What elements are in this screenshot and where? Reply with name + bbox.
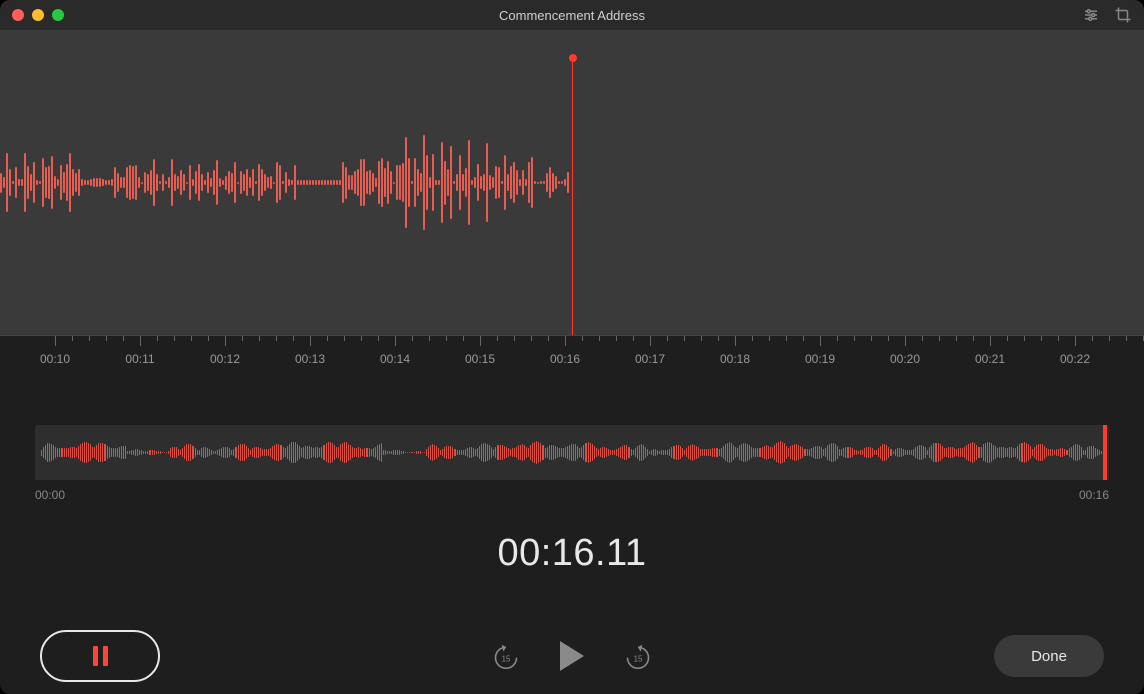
overview-section: 00:00 00:16 (0, 385, 1144, 502)
playhead-handle-top[interactable] (569, 54, 577, 62)
titlebar-actions (1082, 6, 1132, 24)
ruler-label: 00:16 (550, 352, 580, 366)
play-button[interactable] (560, 641, 584, 671)
ruler-label: 00:10 (40, 352, 70, 366)
controls: 15 15 Done (0, 630, 1144, 682)
ruler-label: 00:14 (380, 352, 410, 366)
window-title: Commencement Address (499, 8, 645, 23)
ruler-label: 00:17 (635, 352, 665, 366)
waveform-canvas (0, 103, 569, 263)
voice-memos-window: Commencement Address 00:1000:1100:1200:1… (0, 0, 1144, 694)
options-icon[interactable] (1082, 6, 1100, 24)
pause-icon (93, 646, 108, 666)
done-button[interactable]: Done (994, 635, 1104, 677)
waveform-main[interactable] (0, 30, 1144, 335)
ruler-label: 00:22 (1060, 352, 1090, 366)
svg-text:15: 15 (634, 654, 643, 663)
ruler-label: 00:12 (210, 352, 240, 366)
overview-track[interactable] (35, 425, 1109, 480)
ruler-label: 00:19 (805, 352, 835, 366)
crop-icon[interactable] (1114, 6, 1132, 24)
minimize-button[interactable] (32, 9, 44, 21)
ruler-label: 00:20 (890, 352, 920, 366)
ruler-label: 00:21 (975, 352, 1005, 366)
traffic-lights (12, 9, 64, 21)
close-button[interactable] (12, 9, 24, 21)
overview-waveform (41, 433, 1103, 473)
maximize-button[interactable] (52, 9, 64, 21)
overview-playhead[interactable] (1103, 425, 1107, 480)
time-display: 00:16.11 (0, 532, 1144, 575)
ruler-ticks (0, 336, 1144, 348)
ruler-label: 00:13 (295, 352, 325, 366)
overview-labels: 00:00 00:16 (35, 488, 1109, 502)
ruler: 00:10 00:11 00:12 00:13 00:14 00:15 00:16 00:17… (0, 335, 1144, 385)
svg-text:15: 15 (502, 654, 511, 663)
overview-end-time: 00:16 (1079, 488, 1109, 502)
skip-back-button[interactable]: 15 (492, 642, 520, 670)
ruler-label: 00:15 (465, 352, 495, 366)
ruler-label: 00:11 (125, 352, 154, 366)
playhead[interactable] (572, 58, 573, 335)
playback-controls: 15 15 (492, 641, 652, 671)
ruler-label: 00:18 (720, 352, 750, 366)
titlebar: Commencement Address (0, 0, 1144, 30)
overview-start-time: 00:00 (35, 488, 65, 502)
skip-forward-button[interactable]: 15 (624, 642, 652, 670)
record-pause-button[interactable] (40, 630, 160, 682)
